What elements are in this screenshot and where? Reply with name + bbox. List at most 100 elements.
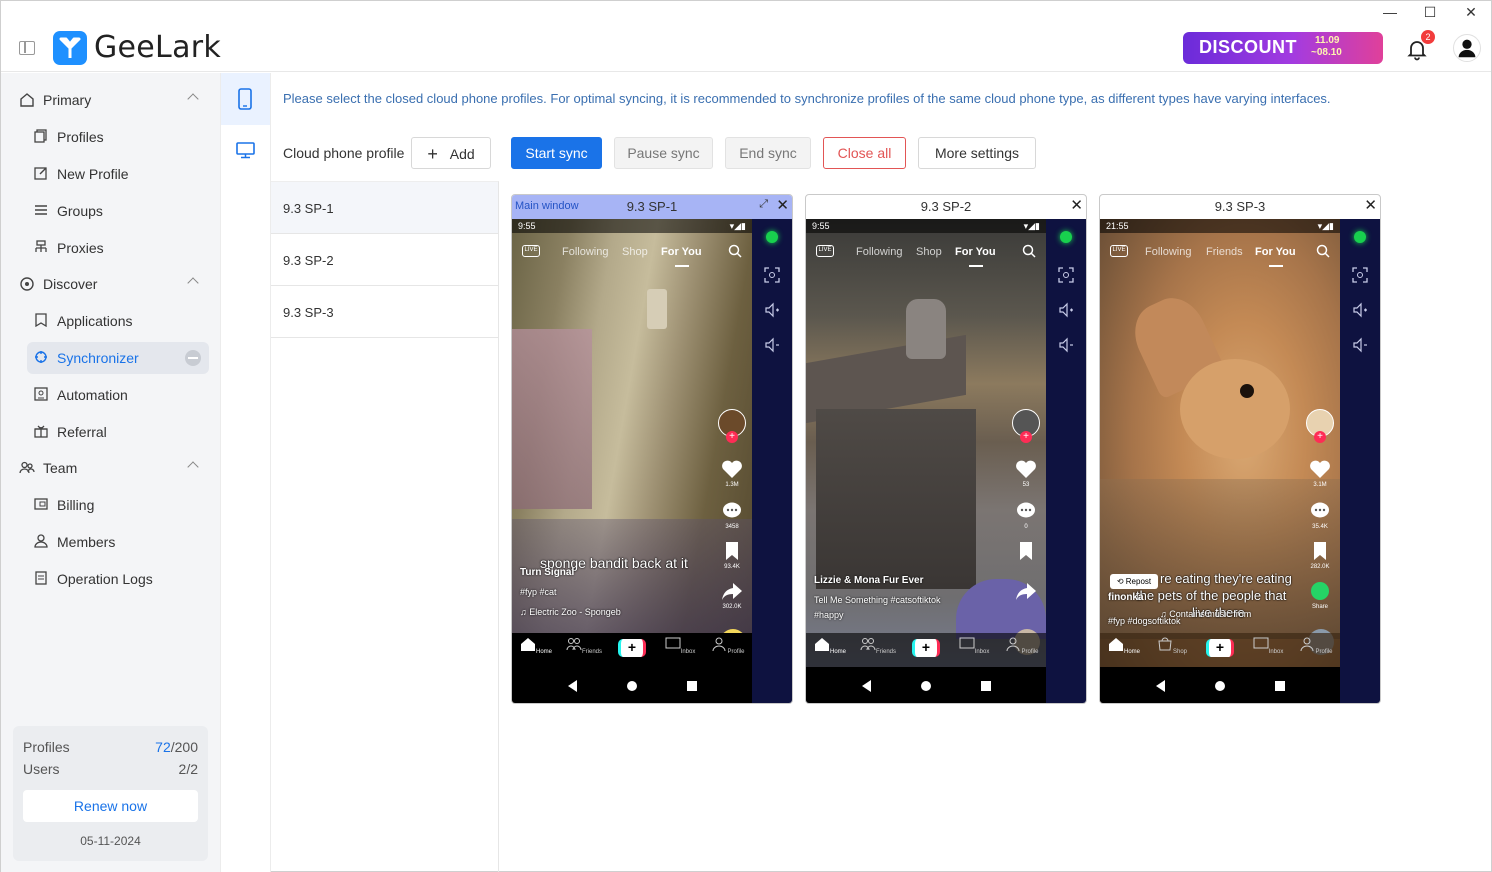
follow-plus-icon[interactable]: + [1314, 431, 1326, 443]
nav-home[interactable]: Home [812, 637, 848, 655]
share-button[interactable]: 302.0K [716, 581, 748, 610]
nav-inbox[interactable]: Inbox [662, 637, 698, 655]
nav-profile[interactable]: Profile [710, 637, 746, 655]
tab-friends[interactable]: Friends [1206, 246, 1243, 258]
back-icon[interactable] [568, 680, 577, 692]
profile-list-item[interactable]: 9.3 SP-2 [271, 234, 498, 286]
maximize-button[interactable]: ☐ [1415, 3, 1445, 21]
tab-following[interactable]: Following [1145, 246, 1191, 258]
back-icon[interactable] [1156, 680, 1165, 692]
volume-up-icon[interactable] [1058, 302, 1074, 318]
tab-for-you[interactable]: For You [955, 246, 996, 258]
comment-button[interactable]: 0 [1010, 501, 1042, 530]
share-button[interactable]: Share [1304, 581, 1336, 610]
phone-screen[interactable]: 9:55 ▾◢▮ LIVE Following Shop For You + 53… [806, 219, 1046, 703]
back-icon[interactable] [862, 680, 871, 692]
video-music[interactable]: ♫ Contains music from [1160, 609, 1251, 619]
tab-shop[interactable]: Shop [916, 246, 942, 258]
like-button[interactable]: 1.3M [716, 459, 748, 488]
recents-icon[interactable] [981, 681, 991, 691]
nav-inbox[interactable]: Inbox [1250, 637, 1286, 655]
tab-following[interactable]: Following [562, 246, 608, 258]
home-button-icon[interactable] [921, 681, 931, 691]
save-button[interactable]: 282.0K [1304, 541, 1336, 570]
like-button[interactable]: 3.1M [1304, 459, 1336, 488]
more-settings-button[interactable]: More settings [918, 137, 1036, 169]
sidebar-item-referral[interactable]: Referral [27, 416, 209, 448]
screenshot-icon[interactable] [764, 267, 780, 283]
renew-now-button[interactable]: Renew now [23, 790, 198, 822]
sidebar-item-billing[interactable]: Billing [27, 489, 209, 521]
nav-group-discover[interactable]: Discover [19, 275, 201, 295]
sidebar-item-members[interactable]: Members [27, 526, 209, 558]
user-avatar-icon[interactable] [1453, 34, 1481, 62]
volume-down-icon[interactable] [1352, 337, 1368, 353]
close-window-button[interactable]: ✕ [1456, 3, 1486, 21]
minimize-button[interactable]: — [1375, 3, 1405, 21]
close-phone-icon[interactable]: ✕ [1364, 196, 1377, 214]
live-icon[interactable]: LIVE [816, 245, 834, 257]
tab-for-you[interactable]: For You [661, 246, 702, 258]
phone-window-header[interactable]: Main window 9.3 SP-1 ⤢ ✕ [512, 195, 792, 219]
screenshot-icon[interactable] [1058, 267, 1074, 283]
profile-list-item[interactable]: 9.3 SP-3 [271, 286, 498, 338]
nav-home[interactable]: Home [518, 637, 554, 655]
close-phone-icon[interactable]: ✕ [1070, 196, 1083, 214]
follow-plus-icon[interactable]: + [1020, 431, 1032, 443]
video-author[interactable]: finonka [1108, 592, 1144, 603]
nav-group-team[interactable]: Team [19, 459, 201, 479]
phone-window-header[interactable]: 9.3 SP-2 ✕ [806, 195, 1086, 219]
search-icon[interactable] [1022, 244, 1036, 258]
video-music[interactable]: ♫ Electric Zoo - Spongeb [520, 607, 621, 617]
volume-down-icon[interactable] [1058, 337, 1074, 353]
volume-down-icon[interactable] [764, 337, 780, 353]
phone-screen[interactable]: 21:55 ▾◢▮ LIVE Following Friends For You … [1100, 219, 1340, 703]
sidebar-item-synchronizer[interactable]: Synchronizer [27, 342, 209, 374]
profile-list-item[interactable]: 9.3 SP-1 [271, 182, 498, 234]
tab-shop[interactable]: Shop [622, 246, 648, 258]
follow-plus-icon[interactable]: + [726, 431, 738, 443]
recents-icon[interactable] [687, 681, 697, 691]
video-author[interactable]: Turn Signal [520, 567, 574, 578]
sidebar-toggle-icon[interactable] [19, 41, 35, 55]
nav-profile[interactable]: Profile [1004, 637, 1040, 655]
share-button[interactable] [1010, 581, 1042, 603]
create-plus-button[interactable]: + [912, 639, 940, 657]
tab-mobile[interactable] [221, 73, 270, 125]
save-button[interactable] [1010, 541, 1042, 563]
sidebar-item-operation-logs[interactable]: Operation Logs [27, 563, 209, 595]
phone-window-main[interactable]: Main window 9.3 SP-1 ⤢ ✕ 9:55 ▾◢▮ LIVE Fo… [511, 194, 793, 704]
nav-home[interactable]: Home [1106, 637, 1142, 655]
sidebar-item-applications[interactable]: Applications [27, 305, 209, 337]
video-hashtags[interactable]: Tell Me Something #catsoftiktok [814, 595, 941, 605]
live-icon[interactable]: LIVE [522, 245, 540, 257]
phone-window[interactable]: 9.3 SP-3 ✕ 21:55 ▾◢▮ LIVE Following Frien… [1099, 194, 1381, 704]
nav-friends[interactable]: Friends [860, 637, 896, 655]
nav-shop[interactable]: Shop [1154, 637, 1190, 655]
nav-friends[interactable]: Friends [566, 637, 602, 655]
close-phone-icon[interactable]: ✕ [776, 196, 789, 214]
search-icon[interactable] [1316, 244, 1330, 258]
tab-following[interactable]: Following [856, 246, 902, 258]
home-button-icon[interactable] [1215, 681, 1225, 691]
create-plus-button[interactable]: + [618, 639, 646, 657]
phone-window-header[interactable]: 9.3 SP-3 ✕ [1100, 195, 1380, 219]
video-hashtags[interactable]: #fyp #cat [520, 587, 557, 597]
volume-up-icon[interactable] [1352, 302, 1368, 318]
expand-icon[interactable]: ⤢ [759, 198, 768, 211]
sidebar-item-groups[interactable]: Groups [27, 195, 209, 227]
video-hashtags-2[interactable]: #happy [814, 610, 844, 620]
nav-group-primary[interactable]: Primary [19, 91, 201, 111]
sidebar-item-new-profile[interactable]: New Profile [27, 158, 209, 190]
comment-button[interactable]: 35.4K [1304, 501, 1336, 530]
live-icon[interactable]: LIVE [1110, 245, 1128, 257]
comment-button[interactable]: 3458 [716, 501, 748, 530]
discount-banner[interactable]: DISCOUNT 11.09 ~08.10 [1183, 32, 1383, 64]
save-button[interactable]: 93.4K [716, 541, 748, 570]
repost-badge[interactable]: ⟲ Repost [1110, 574, 1158, 589]
end-sync-button[interactable]: End sync [725, 137, 811, 169]
search-icon[interactable] [728, 244, 742, 258]
sidebar-item-profiles[interactable]: Profiles [27, 121, 209, 153]
like-button[interactable]: 53 [1010, 459, 1042, 488]
home-button-icon[interactable] [627, 681, 637, 691]
